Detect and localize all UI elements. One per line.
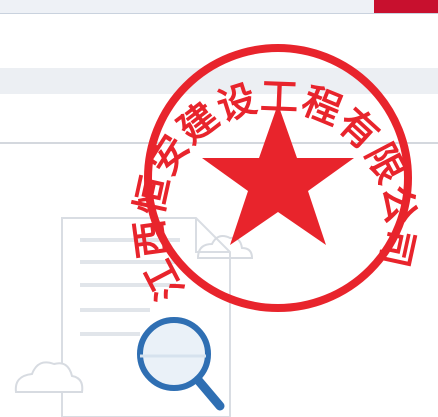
company-seal: 江西恒安建设工程有限公司 [126, 44, 423, 312]
